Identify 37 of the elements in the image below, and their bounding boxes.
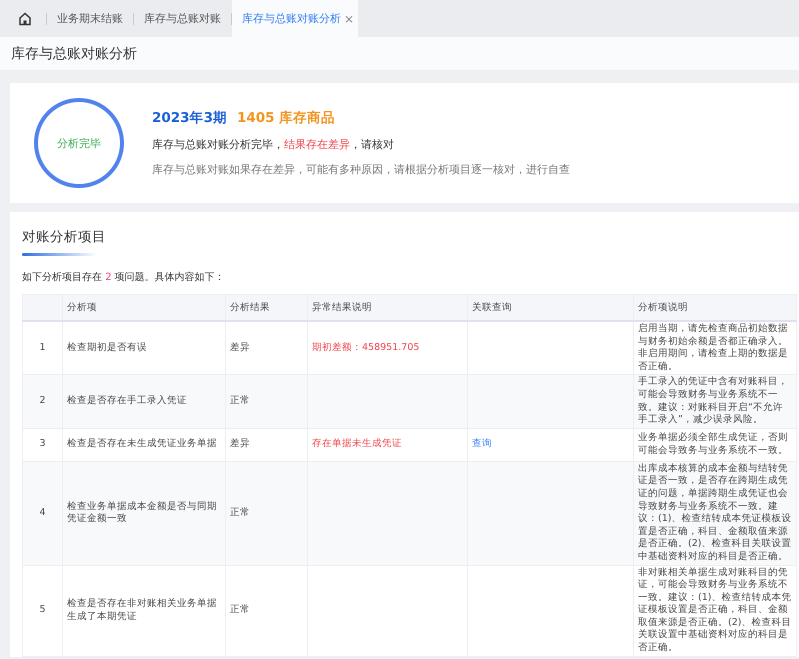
period-label: 2023年3期	[152, 109, 227, 127]
table-cell: 检查是否存在非对账相关业务单据生成了本期凭证	[62, 565, 226, 656]
tab[interactable]: 库存与总账对账分析 ×	[232, 0, 358, 37]
table-cell: 5	[22, 565, 62, 656]
table-cell: 检查是否存在未生成凭证业务单据	[62, 428, 226, 462]
query-link[interactable]: 查询	[472, 438, 492, 450]
close-icon[interactable]: ×	[344, 12, 354, 26]
table-cell: 手工录入的凭证中含有对账科目，可能会导致财务与业务系统不一致。建议：对账科目开启“不允许手工录入”，减少误录风险。	[634, 374, 796, 428]
table-cell: 3	[22, 428, 62, 462]
home-icon[interactable]	[18, 12, 32, 26]
table-cell: 非对账相关单据生成对账科目的凭证，可能会导致财务与业务系统不一致。建议：(1)、检查结转成本凭证模板设置是否正确，科目、金额取值来源是否正确。(2)、检查科目关联设置中基础资料对应的科目是否正确。	[634, 565, 796, 656]
header-cell: 分析结果	[226, 294, 308, 321]
table-cell: 差异	[226, 428, 308, 462]
tab[interactable]: 业务期末结账	[47, 0, 133, 37]
table-cell: 检查是否存在手工录入凭证	[62, 374, 226, 428]
header-cell: 异常结果说明	[308, 294, 468, 321]
intro-text: 如下分析项目存在 2 项问题。具体内容如下：	[22, 270, 226, 284]
table-cell: 正常	[226, 374, 308, 428]
table-cell: 2	[22, 374, 62, 428]
page-title: 库存与总账对账分析	[11, 44, 137, 62]
header-cell	[22, 294, 62, 321]
section-title: 对账分析项目	[22, 228, 107, 246]
table-cell: 正常	[226, 461, 308, 565]
account-label: 1405 库存商品	[236, 109, 336, 127]
table-cell: 正常	[226, 565, 308, 656]
table-cell: 检查业务单据成本金额是否与同期凭证金额一致	[62, 461, 226, 565]
table-cell: 出库成本核算的成本金额与结转凭证是否一致，是否存在跨期生成凭证的问题，单据跨期生成凭证也会导致财务与业务系统不一致。建议：(1)、检查结转成本凭证模板设置是否正确，科目、金额取值来源是否正确。(2)、检查科目关联设置中基础资料对应的科目是否正确。	[634, 461, 796, 565]
hint-text: 库存与总账对账如果存在差异，可能有多种原因，请根据分析项目逐一核对，进行自查	[152, 162, 570, 177]
tab[interactable]: 库存与总账对账	[134, 0, 231, 37]
header-cell: 关联查询	[468, 294, 634, 321]
header-cell: 分析项说明	[634, 294, 796, 321]
table-cell: 4	[22, 461, 62, 565]
result-message: 库存与总账对账分析完毕，结果存在差异，请核对	[152, 137, 395, 152]
table-cell: 业务单据必须全部生成凭证，否则可能会导致务与业务系统不一致。	[634, 428, 796, 462]
table-cell: 存在单据未生成凭证	[308, 428, 468, 462]
status-ring: 分析完毕	[34, 98, 124, 188]
header-cell: 分析项	[62, 294, 226, 321]
